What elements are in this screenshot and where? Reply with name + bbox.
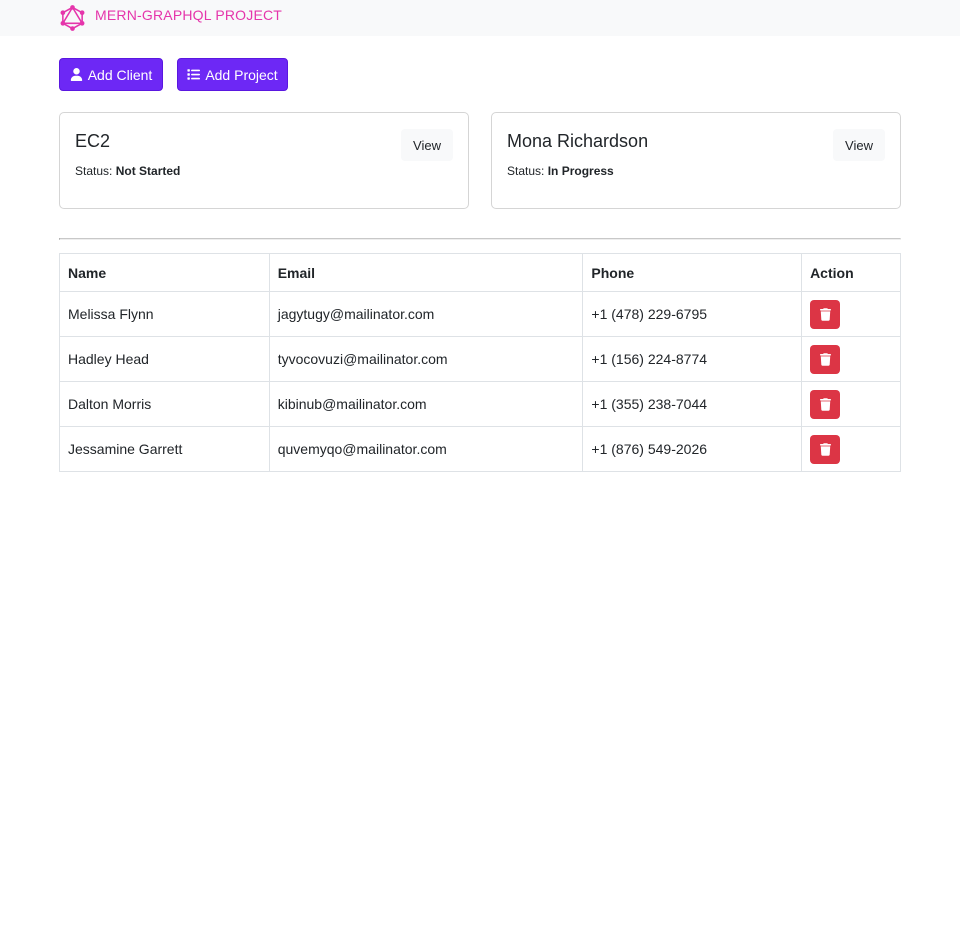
client-action-cell (801, 336, 901, 382)
status-label: Status: (75, 164, 113, 178)
table-row: Melissa Flynn jagytugy@mailinator.com +1… (59, 291, 901, 337)
clients-table: Name Email Phone Action Melissa Flynn ja… (59, 253, 901, 472)
client-name: Hadley Head (59, 336, 270, 382)
table-row: Jessamine Garrett quvemyqo@mailinator.co… (59, 426, 901, 472)
user-icon (70, 68, 82, 81)
add-client-label: Add Client (87, 66, 153, 83)
client-phone: +1 (355) 238-7044 (582, 381, 803, 427)
add-project-label: Add Project (205, 66, 278, 83)
client-action-cell (801, 291, 901, 337)
project-name: Mona Richardson (507, 131, 649, 151)
brand-link[interactable]: MERN-GraphQL Project (59, 4, 282, 32)
project-name: EC2 (75, 131, 111, 151)
delete-client-button[interactable] (810, 389, 841, 419)
client-phone: +1 (156) 224-8774 (582, 336, 803, 382)
client-email: quvemyqo@mailinator.com (268, 426, 584, 472)
client-action-cell (801, 426, 901, 472)
project-card: EC2 Status: Not Started View (59, 112, 469, 209)
delete-client-button[interactable] (810, 434, 841, 464)
status-value: In Progress (547, 164, 614, 178)
client-email: jagytugy@mailinator.com (268, 291, 584, 337)
table-header-row: Name Email Phone Action (59, 253, 901, 292)
trash-icon (819, 397, 831, 411)
client-name: Dalton Morris (59, 381, 270, 427)
brand-title: MERN-GraphQL Project (95, 6, 283, 23)
client-email: tyvocovuzi@mailinator.com (268, 336, 584, 382)
delete-client-button[interactable] (810, 344, 841, 374)
project-status: Status: In Progress (507, 164, 614, 178)
view-project-button[interactable]: View (833, 129, 885, 161)
navbar: MERN-GraphQL Project (0, 0, 960, 36)
section-divider (59, 238, 901, 240)
column-header-action: Action (801, 253, 901, 292)
add-client-button[interactable]: Add Client (59, 58, 163, 91)
view-project-button[interactable]: View (401, 129, 453, 161)
column-header-email: Email (268, 253, 584, 292)
client-name: Jessamine Garrett (59, 426, 270, 472)
table-row: Hadley Head tyvocovuzi@mailinator.com +1… (59, 336, 901, 382)
client-name: Melissa Flynn (59, 291, 270, 337)
graphql-logo-icon (60, 5, 85, 31)
client-phone: +1 (876) 549-2026 (582, 426, 803, 472)
add-project-button[interactable]: Add Project (177, 58, 288, 91)
client-email: kibinub@mailinator.com (268, 381, 584, 427)
client-action-cell (801, 381, 901, 427)
status-label: Status: (507, 164, 545, 178)
table-row: Dalton Morris kibinub@mailinator.com +1 … (59, 381, 901, 427)
column-header-phone: Phone (582, 253, 803, 292)
trash-icon (819, 352, 831, 366)
list-icon (187, 69, 201, 80)
project-card: Mona Richardson Status: In Progress View (491, 112, 901, 209)
client-phone: +1 (478) 229-6795 (582, 291, 803, 337)
status-value: Not Started (115, 164, 181, 178)
column-header-name: Name (59, 253, 270, 292)
trash-icon (819, 442, 831, 456)
trash-icon (819, 307, 831, 321)
project-status: Status: Not Started (75, 164, 180, 178)
delete-client-button[interactable] (810, 299, 841, 329)
